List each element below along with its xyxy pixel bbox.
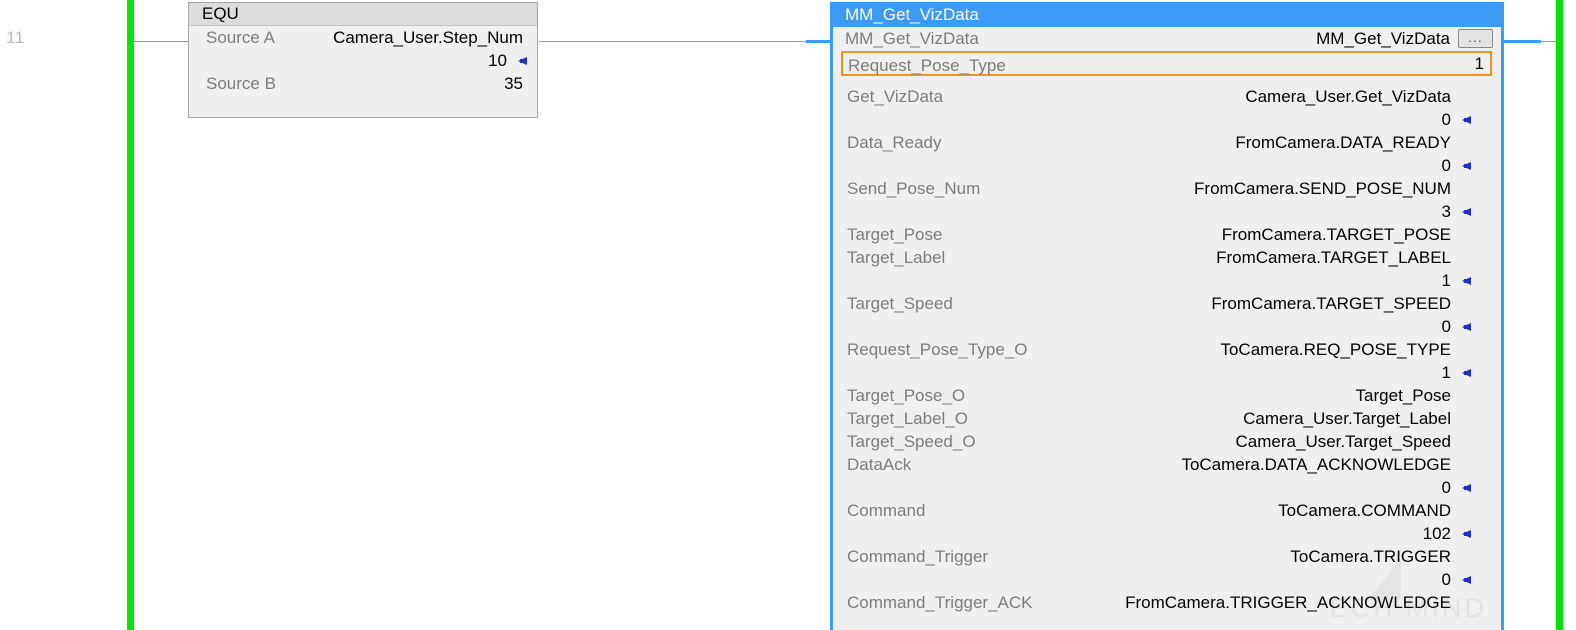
aoi-parameter-tag[interactable]: Camera_User.Target_Speed (1236, 430, 1451, 453)
aoi-parameter-tag[interactable]: ToCamera.COMMAND (1278, 499, 1451, 522)
aoi-parameter-row[interactable]: Target_Speed FromCamera.TARGET_SPEED 0 (833, 292, 1501, 338)
value-marker-icon (1462, 483, 1471, 492)
aoi-parameter-tag[interactable]: FromCamera.TRIGGER_ACKNOWLEDGE (1125, 591, 1451, 614)
aoi-parameter-label: Send_Pose_Num (847, 179, 981, 198)
aoi-parameter-label: Command (847, 501, 926, 520)
aoi-parameter-label: DataAck (847, 455, 912, 474)
aoi-instance-value[interactable]: MM_Get_VizData (1316, 27, 1450, 51)
value-marker-icon (1462, 161, 1471, 170)
equ-source-b-label: Source B (206, 74, 276, 93)
aoi-selected-parameter-row[interactable]: Request_Pose_Type 1 (841, 51, 1492, 76)
equ-instruction-block[interactable]: EQU Source A Camera_User.Step_Num 10 Sou… (188, 2, 538, 118)
aoi-parameter-label: Target_Pose_O (847, 386, 966, 405)
aoi-parameter-value: 0 (1442, 568, 1471, 591)
aoi-parameter-row[interactable]: Target_Label FromCamera.TARGET_LABEL 1 (833, 246, 1501, 292)
aoi-parameter-label: Target_Label (847, 248, 946, 267)
value-marker-icon (1462, 529, 1471, 538)
aoi-parameter-value: 0 (1442, 315, 1471, 338)
aoi-parameter-label: Target_Pose (847, 225, 943, 244)
aoi-parameter-tag[interactable]: ToCamera.TRIGGER (1290, 545, 1451, 568)
value-marker-icon (1462, 575, 1471, 584)
aoi-selected-parameter-value[interactable]: 1 (1475, 53, 1484, 74)
aoi-selected-parameter-label: Request_Pose_Type (848, 56, 1006, 75)
right-power-rail (1556, 0, 1563, 630)
equ-source-a-value-row: 10 (189, 49, 537, 72)
aoi-parameter-tag[interactable]: ToCamera.DATA_ACKNOWLEDGE (1181, 453, 1451, 476)
aoi-parameter-tag[interactable]: FromCamera.SEND_POSE_NUM (1194, 177, 1451, 200)
aoi-parameter-label: Request_Pose_Type_O (847, 340, 1028, 359)
aoi-parameter-tag[interactable]: Camera_User.Get_VizData (1245, 85, 1451, 108)
equ-source-a-row[interactable]: Source A Camera_User.Step_Num (189, 26, 537, 49)
equ-source-a-value: 10 (488, 49, 527, 72)
value-marker-icon (1462, 368, 1471, 377)
wire-aoi-input (806, 40, 830, 43)
rung-number: 11 (6, 28, 25, 47)
aoi-parameter-row[interactable]: Send_Pose_Num FromCamera.SEND_POSE_NUM 3 (833, 177, 1501, 223)
wire-aoi-output (1501, 40, 1541, 43)
value-marker-icon (1462, 115, 1471, 124)
aoi-parameter-tag[interactable]: ToCamera.REQ_POSE_TYPE (1220, 338, 1451, 361)
aoi-instruction-block[interactable]: MM_Get_VizData MM_Get_VizData MM_Get_Viz… (830, 2, 1504, 630)
aoi-parameter-row[interactable]: Command_Trigger ToCamera.TRIGGER 0 (833, 545, 1501, 591)
aoi-parameter-value: 1 (1442, 361, 1471, 384)
equ-source-b-row[interactable]: Source B 35 (189, 72, 537, 95)
equ-source-a-operand[interactable]: Camera_User.Step_Num (333, 26, 523, 49)
left-power-rail (127, 0, 134, 630)
value-marker-icon (1462, 276, 1471, 285)
aoi-parameter-label: Target_Speed_O (847, 432, 976, 451)
aoi-parameter-value: 0 (1442, 108, 1471, 131)
aoi-parameter-row[interactable]: Target_Label_O Camera_User.Target_Label (833, 407, 1501, 430)
aoi-parameter-value: 0 (1442, 476, 1471, 499)
aoi-parameter-label: Target_Label_O (847, 409, 968, 428)
aoi-parameter-value: 102 (1423, 522, 1471, 545)
aoi-parameter-label: Target_Speed (847, 294, 953, 313)
equ-source-b-value[interactable]: 35 (504, 72, 523, 95)
aoi-parameter-row[interactable]: Data_Ready FromCamera.DATA_READY 0 (833, 131, 1501, 177)
aoi-parameter-list: Get_VizData Camera_User.Get_VizData 0 Data_… (833, 85, 1501, 614)
wire-rail-to-equ (134, 41, 189, 42)
aoi-parameter-row[interactable]: Command_Trigger_ACK FromCamera.TRIGGER_AC… (833, 591, 1501, 614)
aoi-parameter-label: Command_Trigger_ACK (847, 593, 1033, 612)
aoi-parameter-row[interactable]: Target_Pose_O Target_Pose (833, 384, 1501, 407)
aoi-parameter-tag[interactable]: FromCamera.TARGET_SPEED (1211, 292, 1451, 315)
aoi-parameter-row[interactable]: DataAck ToCamera.DATA_ACKNOWLEDGE 0 (833, 453, 1501, 499)
aoi-title-bar: MM_Get_VizData (833, 2, 1501, 27)
aoi-instance-row[interactable]: MM_Get_VizData MM_Get_VizData ... (833, 27, 1501, 51)
wire-aoi-to-rail (1537, 41, 1556, 42)
aoi-parameter-label: Get_VizData (847, 87, 944, 106)
aoi-parameter-value: 1 (1442, 269, 1471, 292)
aoi-parameter-tag[interactable]: FromCamera.TARGET_LABEL (1216, 246, 1451, 269)
value-marker-icon (1462, 207, 1471, 216)
aoi-parameter-row[interactable]: Target_Pose FromCamera.TARGET_POSE (833, 223, 1501, 246)
aoi-parameter-row[interactable]: Target_Speed_O Camera_User.Target_Speed (833, 430, 1501, 453)
aoi-parameter-value: 3 (1442, 200, 1471, 223)
ellipsis-button[interactable]: ... (1458, 29, 1493, 48)
aoi-parameter-label: Data_Ready (847, 133, 942, 152)
equ-instruction-name: EQU (189, 3, 537, 26)
aoi-parameter-row[interactable]: Get_VizData Camera_User.Get_VizData 0 (833, 85, 1501, 131)
aoi-parameter-row[interactable]: Request_Pose_Type_O ToCamera.REQ_POSE_TYP… (833, 338, 1501, 384)
aoi-parameter-value: 0 (1442, 154, 1471, 177)
aoi-parameter-tag[interactable]: FromCamera.TARGET_POSE (1222, 223, 1451, 246)
aoi-parameter-tag[interactable]: FromCamera.DATA_READY (1235, 131, 1451, 154)
equ-source-a-label: Source A (206, 28, 275, 47)
aoi-instance-label: MM_Get_VizData (845, 29, 979, 48)
aoi-parameter-tag[interactable]: Camera_User.Target_Label (1243, 407, 1451, 430)
aoi-parameter-row[interactable]: Command ToCamera.COMMAND 102 (833, 499, 1501, 545)
value-marker-icon (1462, 322, 1471, 331)
aoi-parameter-label: Command_Trigger (847, 547, 989, 566)
value-marker-icon (518, 56, 527, 65)
aoi-parameter-tag[interactable]: Target_Pose (1356, 384, 1451, 407)
wire-equ-to-aoi (539, 41, 806, 42)
